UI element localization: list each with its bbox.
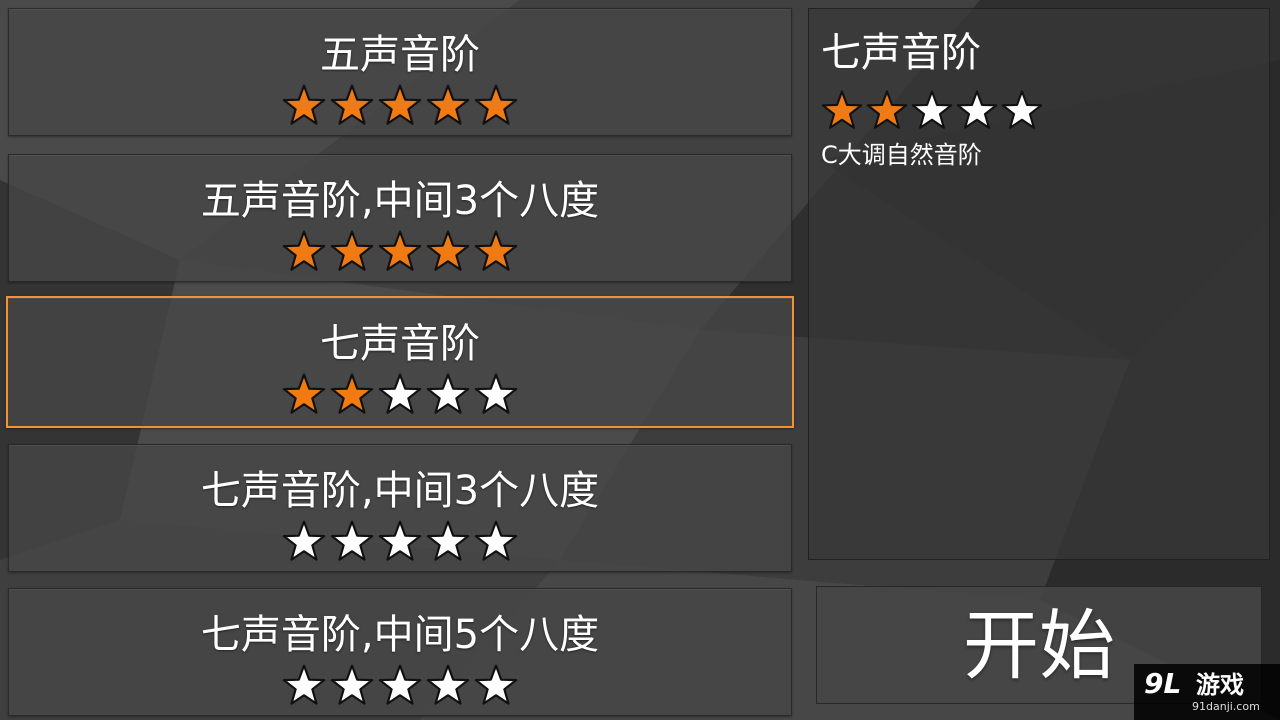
star-filled-icon — [330, 372, 374, 416]
star-empty-icon — [474, 519, 518, 563]
star-empty-icon — [911, 89, 953, 131]
star-empty-icon — [426, 519, 470, 563]
level-title: 七声音阶,中间3个八度 — [200, 468, 600, 514]
level-item-1[interactable]: 五声音阶,中间3个八度 — [8, 154, 792, 282]
star-filled-icon — [330, 229, 374, 273]
level-list: 五声音阶 五声音阶,中间3个八度 七声音阶 七声音阶,中间3个八度 七声音阶,中… — [6, 8, 794, 716]
star-empty-icon — [1001, 89, 1043, 131]
star-filled-icon — [866, 89, 908, 131]
star-empty-icon — [378, 372, 422, 416]
star-empty-icon — [378, 663, 422, 707]
level-title: 七声音阶,中间5个八度 — [200, 612, 600, 658]
star-empty-icon — [330, 519, 374, 563]
star-filled-icon — [330, 83, 374, 127]
star-empty-icon — [378, 519, 422, 563]
star-filled-icon — [474, 83, 518, 127]
star-empty-icon — [282, 663, 326, 707]
level-title: 五声音阶,中间3个八度 — [200, 178, 600, 224]
star-filled-icon — [426, 83, 470, 127]
level-item-0[interactable]: 五声音阶 — [8, 8, 792, 136]
star-filled-icon — [821, 89, 863, 131]
watermark-mark: 9L — [1144, 667, 1182, 700]
star-filled-icon — [282, 83, 326, 127]
watermark-name: 游戏 — [1196, 671, 1244, 699]
level-item-2-selected[interactable]: 七声音阶 — [6, 296, 794, 428]
star-empty-icon — [426, 663, 470, 707]
level-title: 七声音阶 — [320, 321, 480, 367]
star-empty-icon — [330, 663, 374, 707]
star-filled-icon — [474, 229, 518, 273]
star-rating — [9, 519, 791, 565]
level-item-4[interactable]: 七声音阶,中间5个八度 — [8, 588, 792, 716]
watermark-site: 91danji.com — [1192, 700, 1260, 713]
star-empty-icon — [474, 372, 518, 416]
detail-star-rating — [821, 89, 1046, 133]
star-rating — [9, 663, 791, 709]
detail-title: 七声音阶 — [821, 30, 981, 76]
star-filled-icon — [426, 229, 470, 273]
watermark-logo: 9L 游戏 91danji.com — [1134, 664, 1280, 720]
star-empty-icon — [282, 519, 326, 563]
star-filled-icon — [282, 372, 326, 416]
level-item-3[interactable]: 七声音阶,中间3个八度 — [8, 444, 792, 572]
star-empty-icon — [956, 89, 998, 131]
star-rating — [9, 83, 791, 129]
star-filled-icon — [378, 83, 422, 127]
level-detail-panel: 七声音阶 C大调自然音阶 — [808, 8, 1270, 560]
level-title: 五声音阶 — [320, 32, 480, 78]
detail-description: C大调自然音阶 — [821, 141, 982, 169]
star-filled-icon — [282, 229, 326, 273]
star-rating — [8, 372, 792, 418]
star-rating — [9, 229, 791, 275]
star-filled-icon — [378, 229, 422, 273]
star-empty-icon — [474, 663, 518, 707]
star-empty-icon — [426, 372, 470, 416]
